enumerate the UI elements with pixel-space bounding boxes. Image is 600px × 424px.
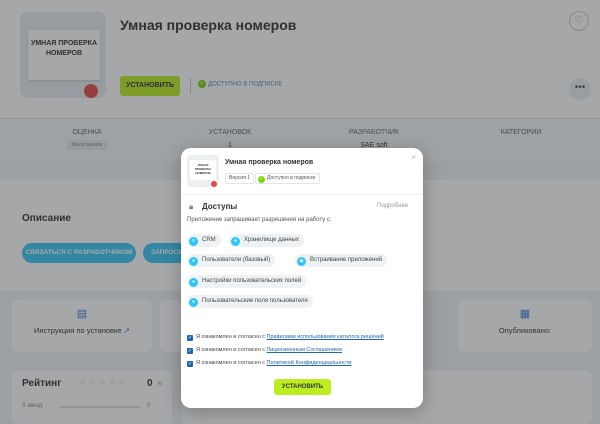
permission-label: Хранилище данных — [244, 237, 299, 243]
permission-app-embedding: ◆ Встраивание приложений — [295, 254, 388, 267]
users-icon: ● — [231, 237, 240, 246]
permission-label: Настройки пользовательских полей — [202, 278, 302, 284]
install-modal: × УМНАЯ ПРОВЕРКА НОМЕРОВ Умная проверка … — [181, 148, 423, 408]
modal-thumb-label: УМНАЯ ПРОВЕРКА НОМЕРОВ — [190, 160, 216, 180]
version-badge: Версия 1 — [225, 173, 255, 184]
permission-label: Пользователи (базовый) — [202, 257, 271, 263]
permission-label: Встраивание приложений — [310, 257, 383, 263]
agreement-rules[interactable]: ✓ Я ознакомлен и согласен с Правилами исп… — [187, 334, 384, 341]
permission-label: CRM — [202, 237, 216, 243]
modal-thumb-dot — [211, 181, 217, 187]
agreement-license[interactable]: ✓ Я ознакомлен и согласен с Лицензионным … — [187, 347, 342, 354]
more-details-link[interactable]: Подробнее — [377, 203, 408, 209]
checkbox-checked-icon[interactable]: ✓ — [187, 335, 193, 341]
permission-label: Пользовательские поля пользователя — [202, 298, 308, 304]
permission-user-field-settings: ● Настройки пользовательских полей — [187, 275, 307, 288]
user-icon: ● — [189, 298, 198, 307]
filter-icon: ≡ — [189, 237, 198, 246]
permission-users-basic: ● Пользователи (базовый) — [187, 254, 276, 267]
modal-app-title: Умная проверка номеров — [225, 159, 314, 166]
modal-install-button[interactable]: Установить — [274, 379, 331, 395]
agreement-prefix: Я ознакомлен и согласен с — [196, 347, 266, 353]
close-icon[interactable]: × — [411, 153, 416, 162]
user-icon: ● — [189, 257, 198, 266]
rules-link[interactable]: Правилами использования каталога решений — [267, 334, 384, 340]
agreement-prefix: Я ознакомлен и согласен с — [196, 334, 266, 340]
agreement-privacy[interactable]: ✓ Я ознакомлен и согласен с Политикой Кон… — [187, 360, 351, 367]
subscription-badge: ✓ Доступно в подписке — [255, 173, 320, 184]
permission-crm: ≡ CRM — [187, 234, 221, 247]
user-icon: ● — [189, 278, 198, 287]
cube-icon: ◆ — [297, 257, 306, 266]
lock-icon: 🔒︎ — [189, 202, 194, 211]
permission-user-custom-fields: ● Пользовательские поля пользователя — [187, 295, 313, 308]
checkbox-checked-icon[interactable]: ✓ — [187, 361, 193, 367]
divider — [181, 194, 423, 195]
access-description: Приложение запрашивает разрешения на раб… — [187, 217, 332, 223]
access-title: Доступы — [202, 202, 238, 211]
subscription-label: Доступно в подписке — [267, 175, 316, 181]
modal-app-thumbnail: УМНАЯ ПРОВЕРКА НОМЕРОВ — [187, 155, 219, 187]
checkbox-checked-icon[interactable]: ✓ — [187, 348, 193, 354]
license-link[interactable]: Лицензионным Соглашением — [267, 347, 342, 353]
check-icon: ✓ — [258, 176, 265, 183]
agreement-prefix: Я ознакомлен и согласен с — [196, 360, 266, 366]
privacy-link[interactable]: Политикой Конфиденциальности — [267, 360, 352, 366]
permission-storage: ● Хранилище данных — [229, 234, 304, 247]
